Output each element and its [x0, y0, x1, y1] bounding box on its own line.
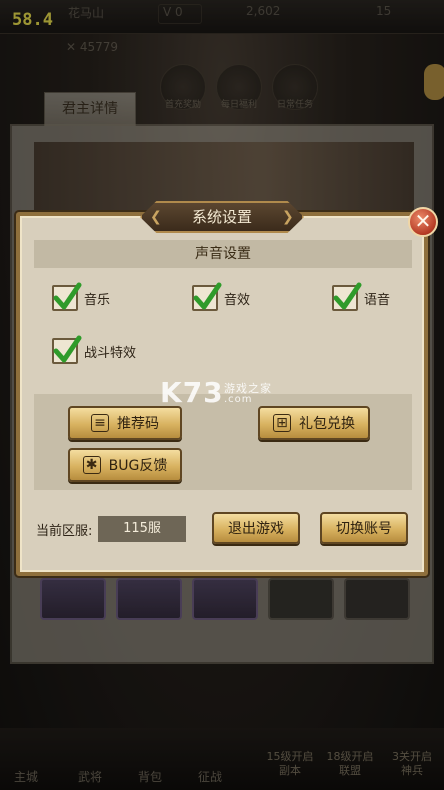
- bug-report-button[interactable]: ✱ BUG反馈: [68, 448, 182, 482]
- site-watermark: K73 游戏之家 .com: [160, 376, 300, 416]
- voice-toggle[interactable]: 语音: [332, 282, 391, 313]
- switch-account-button[interactable]: 切换账号: [320, 512, 408, 544]
- close-icon: ✕: [414, 209, 432, 233]
- voice-label: 语音: [364, 292, 391, 308]
- music-label: 音乐: [84, 292, 111, 308]
- dialog-title: 系统设置: [140, 201, 304, 233]
- title-ornament-right-icon: ❯: [282, 209, 294, 225]
- checkbox[interactable]: [52, 282, 82, 311]
- close-button[interactable]: ✕: [408, 207, 438, 237]
- current-server-value: 115服: [98, 516, 186, 542]
- battle-effects-label: 战斗特效: [84, 345, 137, 361]
- gift-redeem-label: 礼包兑换: [299, 416, 355, 432]
- sound-effects-toggle[interactable]: 音效: [192, 282, 251, 313]
- checkmark-icon: [333, 282, 362, 310]
- sound-settings-header: 声音设置: [34, 240, 412, 268]
- checkbox[interactable]: [52, 335, 82, 364]
- bug-report-label: BUG反馈: [108, 458, 168, 474]
- bug-icon: ✱: [82, 456, 101, 474]
- music-toggle[interactable]: 音乐: [52, 282, 111, 313]
- checkbox[interactable]: [192, 282, 222, 311]
- watermark-url: .com: [224, 394, 253, 405]
- sound-effects-label: 音效: [224, 292, 251, 308]
- checkmark-icon: [53, 282, 82, 310]
- switch-account-label: 切换账号: [336, 521, 392, 537]
- exit-game-button[interactable]: 退出游戏: [212, 512, 300, 544]
- title-ornament-left-icon: ❮: [150, 209, 162, 225]
- battle-effects-toggle[interactable]: 战斗特效: [52, 335, 137, 366]
- referral-code-label: 推荐码: [117, 416, 159, 432]
- checkmark-icon: [53, 335, 82, 363]
- watermark-brand: K73: [160, 376, 224, 409]
- checkmark-icon: [193, 282, 222, 310]
- document-icon: ≡: [91, 414, 109, 432]
- exit-game-label: 退出游戏: [228, 521, 284, 537]
- gift-icon: ⊞: [273, 414, 291, 432]
- checkbox[interactable]: [332, 282, 362, 311]
- current-server-label: 当前区服:: [36, 524, 93, 539]
